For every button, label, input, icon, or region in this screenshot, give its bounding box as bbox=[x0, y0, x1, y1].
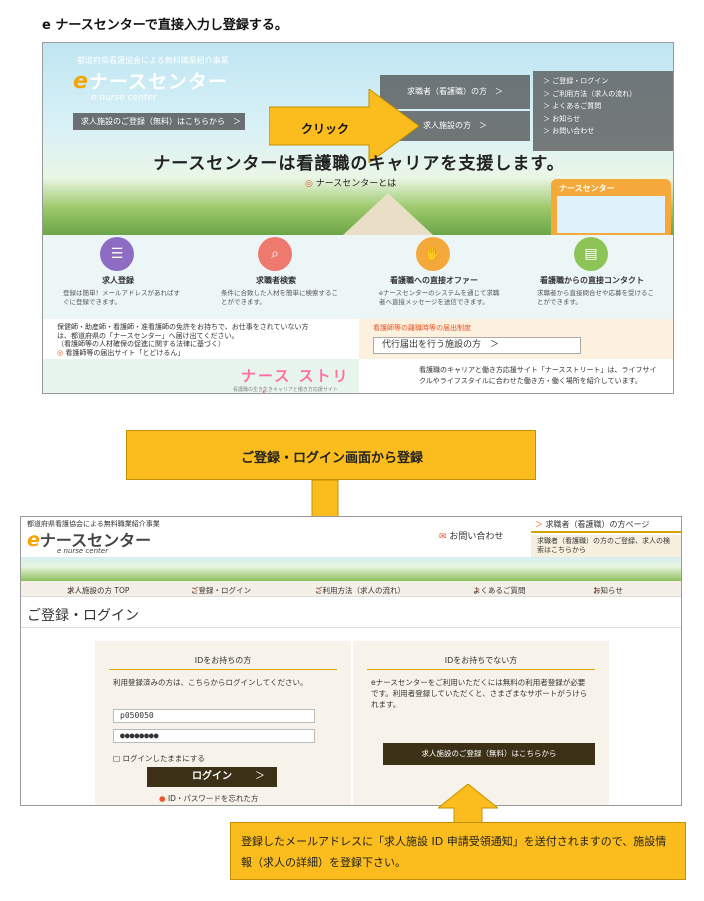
site-logo[interactable]: eナースセンター bbox=[73, 67, 228, 94]
logo-subtitle: e nurse center bbox=[91, 93, 157, 103]
chevron-right-icon: ＞ bbox=[255, 771, 265, 782]
feature-direct-offer[interactable]: ✋ 看護職への直接オファー eナースセンターのシステムを通じて求職者へ直接メッセ… bbox=[359, 235, 517, 319]
nav-bar: ＞ 求人施設の方 TOP ＞ ご登録・ログイン ＞ ご利用方法（求人の流れ） ＞… bbox=[21, 581, 681, 597]
feature-row: ☰ 求人登録 登録は簡単！メールアドレスがあればすぐに登録できます。 ⌕ 求職者… bbox=[43, 235, 673, 319]
road-image bbox=[343, 193, 433, 235]
nav-label: 求人施設の方 TOP bbox=[67, 586, 130, 595]
notice-line: は、都道府県の「ナースセンター」へ届け出てください。 bbox=[57, 331, 239, 340]
nurse-street-banner[interactable]: ナース ストリート 看護職の生き生きキャリアと働き方応援サイト bbox=[43, 359, 359, 393]
chevron-right-icon: ＞ bbox=[535, 520, 543, 529]
keep-login-checkbox[interactable]: □ ログインしたままにする bbox=[113, 753, 205, 764]
handshake-icon: ✋ bbox=[416, 237, 450, 271]
notice-line: 保健師・助産師・看護師・准看護師の免許をお持ちで、お仕事をされていない方 bbox=[57, 323, 309, 331]
login-button[interactable]: ログイン ＞ bbox=[147, 767, 277, 787]
feature-desc: 条件に合致した人材を簡単に検索することができます。 bbox=[221, 289, 338, 306]
menu-item-usage[interactable]: ＞ ご利用方法（求人の流れ） bbox=[543, 88, 673, 101]
login-panel-heading: IDをお持ちの方 bbox=[194, 656, 252, 665]
feature-job-registration[interactable]: ☰ 求人登録 登録は簡単！メールアドレスがあればすぐに登録できます。 bbox=[43, 235, 201, 319]
mail-icon: ✉ bbox=[439, 532, 447, 542]
title-divider bbox=[21, 627, 681, 628]
menu-item-news[interactable]: ＞ お知らせ bbox=[543, 113, 673, 126]
id-card-icon: ▤ bbox=[574, 237, 608, 271]
jobseeker-note: 求職者（看護職）の方のご登録、求人の検索はこちらから bbox=[531, 535, 681, 557]
about-bullet-icon: ◎ bbox=[305, 179, 313, 189]
notice-link[interactable]: ◎ 看護師等の届出サイト「とどけるん」 bbox=[57, 349, 359, 358]
feature-candidate-search[interactable]: ⌕ 求職者検索 条件に合致した人材を簡単に検索することができます。 bbox=[201, 235, 359, 319]
middle-callout: ご登録・ログイン画面から登録 bbox=[126, 430, 536, 480]
nurse-street-description: 看護職のキャリアと働き方応援サイト「ナースストリート」は、ライフサイクルやライフ… bbox=[419, 366, 657, 385]
about-link-label: ナースセンターとは bbox=[315, 179, 397, 189]
register-panel-desc: eナースセンターをご利用いただくには無料の利用者登録が必要です。利用者登録してい… bbox=[371, 678, 588, 709]
notice-bullet-icon: ◎ bbox=[57, 348, 64, 357]
notice-link-label: 看護師等の届出サイト「とどけるん」 bbox=[65, 348, 185, 357]
panel-divider bbox=[109, 669, 337, 670]
feature-desc: 登録は簡単！メールアドレスがあればすぐに登録できます。 bbox=[63, 289, 180, 306]
top-menu: ＞ ご登録・ログイン ＞ ご利用方法（求人の流れ） ＞ よくあるご質問 ＞ お知… bbox=[533, 71, 673, 151]
nav-label: お知らせ bbox=[593, 586, 623, 595]
video-thumbnail bbox=[557, 196, 665, 233]
feature-desc: eナースセンターのシステムを通じて求職者へ直接メッセージを送信できます。 bbox=[379, 289, 500, 306]
logo-e: e bbox=[27, 529, 40, 551]
login-panel: IDをお持ちの方 利用登録済みの方は、こちらからログインしてください。 p050… bbox=[95, 641, 351, 805]
register-panel: IDをお持ちでない方 eナースセンターをご利用いただくには無料の利用者登録が必要… bbox=[353, 641, 609, 805]
document-heading: e ナースセンターで直接入力し登録する。 bbox=[42, 18, 288, 33]
feature-desc: 求職者から直接問合せや応募を受けることができます。 bbox=[537, 289, 654, 306]
hero-banner: 都道府県看護協会による無料職業紹介事業 eナースセンター e nurse cen… bbox=[43, 43, 673, 235]
proxy-report-button[interactable]: 代行届出を行う施設の方 ＞ bbox=[373, 337, 581, 354]
id-input[interactable]: p050050 bbox=[113, 709, 315, 723]
bottom-callout-text: 登録したメールアドレスに「求人施設 ID 申請受領通知」を送付されますので、施設… bbox=[241, 835, 667, 869]
login-panel-desc: 利用登録済みの方は、こちらからログインしてください。 bbox=[113, 678, 308, 687]
license-notice: 保健師・助産師・看護師・准看護師の免許をお持ちで、お仕事をされていない方 は、都… bbox=[43, 319, 359, 359]
forgot-label: ID・パスワードを忘れた方 bbox=[167, 794, 259, 803]
menu-item-login[interactable]: ＞ ご登録・ログイン bbox=[543, 75, 673, 88]
contact-link[interactable]: ✉ お問い合わせ bbox=[439, 529, 503, 542]
facility-register-button[interactable]: 求人施設のご登録（無料）はこちらから bbox=[383, 743, 595, 765]
video-label: ナースセンター bbox=[559, 184, 615, 193]
feature-title: 看護職からの直接コンタクト bbox=[540, 276, 644, 285]
feature-title: 求職者検索 bbox=[256, 276, 296, 285]
logo-subtitle: e nurse center bbox=[57, 547, 108, 555]
top-page-screenshot: 都道府県看護協会による無料職業紹介事業 eナースセンター e nurse cen… bbox=[42, 42, 674, 394]
nav-label: ご登録・ログイン bbox=[191, 586, 251, 595]
password-input[interactable]: ●●●●●●●● bbox=[113, 729, 315, 743]
catchphrase: ナースセンターは看護職のキャリアを支援します。 bbox=[153, 154, 565, 174]
header-landscape bbox=[21, 557, 681, 581]
nurse-street-subtitle: 看護職の生き生きキャリアと働き方応援サイト bbox=[233, 387, 338, 393]
menu-item-contact[interactable]: ＞ お問い合わせ bbox=[543, 125, 673, 138]
report-heading: 看護師等の離職時等の届出制度 bbox=[373, 324, 471, 332]
panel-divider bbox=[367, 669, 595, 670]
menu-item-faq[interactable]: ＞ よくあるご質問 bbox=[543, 100, 673, 113]
logo-e: e bbox=[73, 69, 89, 94]
feature-title: 求人登録 bbox=[102, 276, 134, 285]
forgot-password-link[interactable]: ● ID・パスワードを忘れた方 bbox=[159, 793, 258, 804]
feature-title: 看護職への直接オファー bbox=[390, 276, 478, 285]
association-text: 都道府県看護協会による無料職業紹介事業 bbox=[77, 56, 229, 65]
register-panel-heading: IDをお持ちでない方 bbox=[444, 656, 518, 665]
intro-video-card[interactable]: ナースセンター bbox=[551, 179, 671, 235]
login-page-screenshot: 都道府県看護協会による無料職業紹介事業 eナースセンター e nurse cen… bbox=[20, 516, 682, 806]
contact-label: お問い合わせ bbox=[449, 532, 504, 542]
report-system: 看護師等の離職時等の届出制度 代行届出を行う施設の方 ＞ bbox=[359, 319, 673, 359]
up-arrow-icon bbox=[438, 784, 498, 824]
logo-text: ナースセンター bbox=[88, 71, 228, 93]
facility-register-button[interactable]: 求人施設のご登録（無料）はこちらから ＞ bbox=[73, 113, 245, 130]
login-button-label: ログイン bbox=[192, 771, 232, 782]
notice-line: （看護師等の人材確保の促進に関する法律に基づく） bbox=[57, 340, 225, 348]
feature-direct-contact[interactable]: ▤ 看護職からの直接コンタクト 求職者から直接問合せや応募を受けることができます… bbox=[517, 235, 673, 319]
page-title: ご登録・ログイン bbox=[27, 608, 139, 624]
search-person-icon: ⌕ bbox=[258, 237, 292, 271]
about-link[interactable]: ◎ ナースセンターとは bbox=[305, 176, 396, 189]
jobseeker-page-link[interactable]: ＞ 求職者（看護職）の方ページ bbox=[531, 519, 681, 533]
nav-label: よくあるご質問 bbox=[473, 586, 526, 595]
nav-label: ご利用方法（求人の流れ） bbox=[315, 586, 405, 595]
list-icon: ☰ bbox=[100, 237, 134, 271]
bottom-callout: 登録したメールアドレスに「求人施設 ID 申請受領通知」を送付されますので、施設… bbox=[230, 822, 686, 880]
middle-callout-text: ご登録・ログイン画面から登録 bbox=[240, 451, 423, 466]
jobseeker-link-label: 求職者（看護職）の方ページ bbox=[545, 520, 650, 529]
click-label: クリック bbox=[301, 122, 350, 136]
forgot-bullet-icon: ● bbox=[159, 794, 166, 803]
